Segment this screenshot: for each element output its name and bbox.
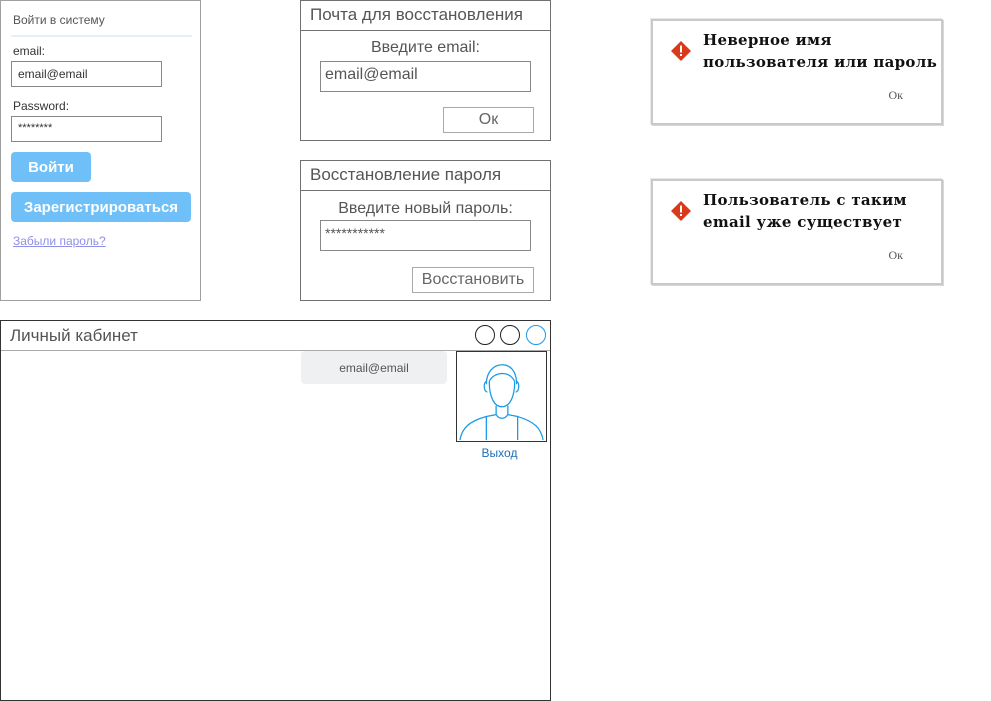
personal-cabinet-window: Личный кабинет email@email Выход: [0, 320, 551, 701]
window-control-button[interactable]: [500, 325, 520, 345]
alert-message: Пользователь с таким email уже существуе…: [703, 191, 907, 231]
user-email-badge: email@email: [301, 351, 447, 384]
alert-ok-button[interactable]: Ок: [889, 88, 904, 103]
warning-icon: [671, 41, 691, 61]
user-avatar-icon[interactable]: [456, 351, 547, 442]
warning-icon: [671, 201, 691, 221]
restore-button[interactable]: Восстановить: [412, 267, 534, 293]
ok-button[interactable]: Ок: [443, 107, 534, 133]
recovery-email-input[interactable]: email@email: [320, 61, 531, 92]
dialog-caption: Введите email:: [371, 39, 480, 56]
recovery-email-dialog: Почта для восстановления Введите email: …: [300, 0, 551, 141]
login-button[interactable]: Войти: [11, 152, 91, 182]
title-divider: [11, 35, 192, 37]
email-input[interactable]: email@email: [11, 61, 162, 87]
alert-message: Неверное имя пользователя или пароль: [703, 31, 938, 71]
window-title: Личный кабинет: [1, 321, 550, 351]
window-control-button[interactable]: [526, 325, 546, 345]
password-input[interactable]: ********: [11, 116, 162, 142]
register-button[interactable]: Зарегистрироваться: [11, 192, 191, 222]
new-password-input[interactable]: ***********: [320, 220, 531, 251]
logout-link[interactable]: Выход: [456, 446, 543, 460]
dialog-title: Восстановление пароля: [301, 161, 550, 191]
login-title: Войти в систему: [13, 13, 105, 27]
email-label: email:: [13, 44, 46, 58]
alert-ok-button[interactable]: Ок: [889, 248, 904, 263]
password-label: Password:: [13, 99, 70, 113]
dialog-caption: Введите новый пароль:: [338, 200, 513, 217]
dialog-title: Почта для восстановления: [301, 1, 550, 31]
password-reset-dialog: Восстановление пароля Введите новый паро…: [300, 160, 551, 301]
window-control-button[interactable]: [475, 325, 495, 345]
error-alert-invalid-credentials: Неверное имя пользователя или пароль Ок: [651, 19, 943, 125]
forgot-password-link[interactable]: Забыли пароль?: [13, 234, 106, 248]
login-panel: Войти в систему email: email@email Passw…: [0, 0, 201, 301]
error-alert-user-exists: Пользователь с таким email уже существуе…: [651, 179, 943, 285]
